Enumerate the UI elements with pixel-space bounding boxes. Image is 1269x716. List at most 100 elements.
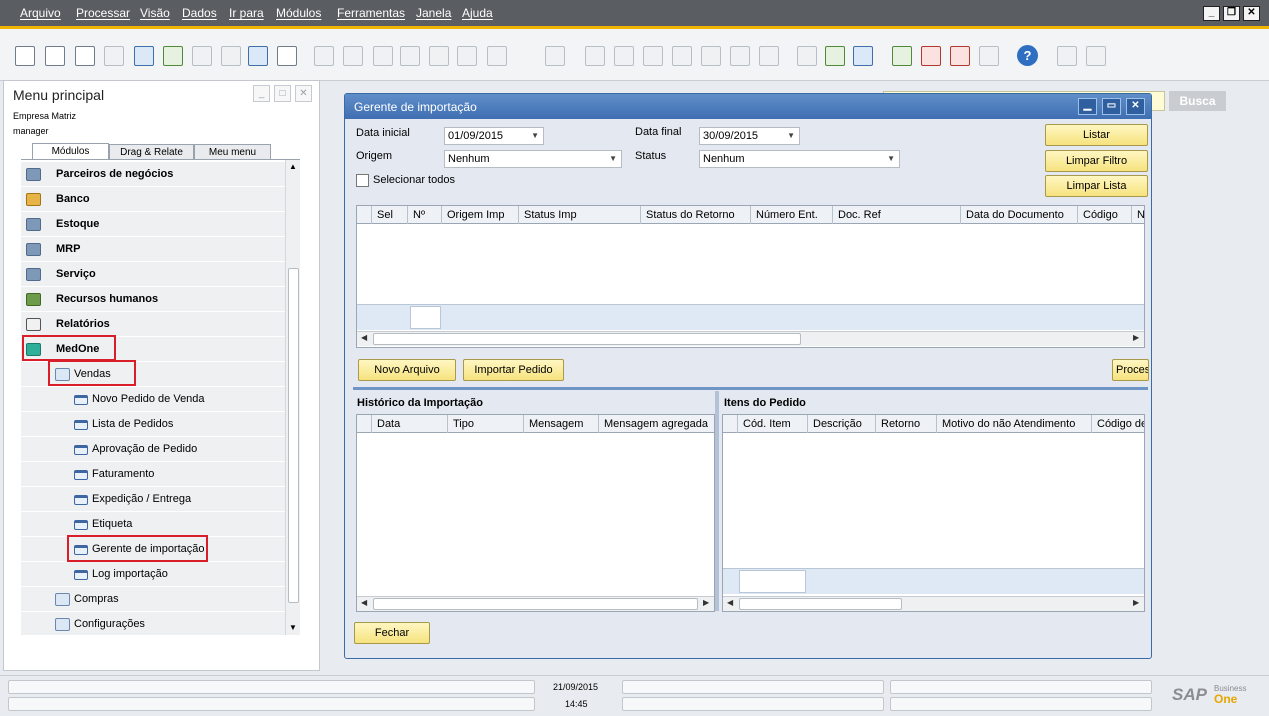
cost-icon[interactable] — [730, 46, 750, 66]
menu-visao[interactable]: Visão — [140, 6, 170, 20]
form-lista-pedidos[interactable]: Lista de Pedidos — [21, 412, 285, 437]
scroll-down-icon[interactable]: ▼ — [289, 623, 297, 632]
data-inicial-field[interactable]: 01/09/2015 ▼ — [444, 127, 544, 145]
menu-modulos[interactable]: Módulos — [276, 6, 321, 20]
form-aprovacao-pedido[interactable]: Aprovação de Pedido — [21, 437, 285, 462]
itens-scroll-thumb[interactable] — [739, 598, 902, 610]
menu-ir-para[interactable]: Ir para — [229, 6, 264, 20]
col-cod-item[interactable]: Cód. Item — [738, 415, 808, 433]
move-icon[interactable] — [248, 46, 268, 66]
base-document-icon[interactable] — [585, 46, 605, 66]
import-grid-scroll-thumb[interactable] — [373, 333, 801, 345]
scroll-up-icon[interactable]: ▲ — [289, 162, 297, 171]
tool-b-icon[interactable] — [1086, 46, 1106, 66]
col-hist-tipo[interactable]: Tipo — [448, 415, 524, 433]
form-novo-pedido-venda[interactable]: Novo Pedido de Venda — [21, 387, 285, 412]
calendar-icon[interactable] — [892, 46, 912, 66]
find-icon[interactable] — [314, 46, 334, 66]
last-record-icon[interactable] — [457, 46, 477, 66]
import-grid[interactable]: Sel Nº Origem Imp Status Imp Status do R… — [356, 205, 1145, 348]
configure-icon[interactable] — [853, 46, 873, 66]
payment-icon[interactable] — [672, 46, 692, 66]
col-status-imp[interactable]: Status Imp — [519, 206, 641, 224]
gross-profit-icon[interactable] — [643, 46, 663, 66]
historico-hscroll[interactable]: ◀ ▶ — [357, 596, 714, 611]
col-doc-ref[interactable]: Doc. Ref — [833, 206, 961, 224]
preview-icon[interactable] — [15, 46, 35, 66]
tool-a-icon[interactable] — [1057, 46, 1077, 66]
form-etiqueta[interactable]: Etiqueta — [21, 512, 285, 537]
refresh-icon[interactable] — [487, 46, 507, 66]
menu-arquivo[interactable]: Arquivo — [20, 6, 61, 20]
scroll-right-icon[interactable]: ▶ — [1133, 598, 1139, 607]
menu-ajuda[interactable]: Ajuda — [462, 6, 493, 20]
col-data-documento[interactable]: Data do Documento — [961, 206, 1078, 224]
panel-close-icon[interactable]: ✕ — [295, 85, 312, 102]
origem-select[interactable]: Nenhum ▼ — [444, 150, 622, 168]
org-chart-icon[interactable] — [979, 46, 999, 66]
import-grid-new-row[interactable] — [357, 304, 1144, 330]
col-descricao[interactable]: Descrição — [808, 415, 876, 433]
historico-scroll-thumb[interactable] — [373, 598, 698, 610]
search-button[interactable]: Busca — [1169, 91, 1226, 111]
excel-icon[interactable] — [163, 46, 183, 66]
col-numero[interactable]: Nº — [408, 206, 442, 224]
historico-grid[interactable]: Data Tipo Mensagem Mensagem agregada ◀ ▶ — [356, 414, 715, 612]
form-settings-icon[interactable] — [759, 46, 779, 66]
scroll-left-icon[interactable]: ◀ — [727, 598, 733, 607]
module-banco[interactable]: Banco — [21, 187, 285, 212]
module-mrp[interactable]: MRP — [21, 237, 285, 262]
form-log-importacao[interactable]: Log importação — [21, 562, 285, 587]
limpar-filtro-button[interactable]: Limpar Filtro — [1045, 150, 1148, 172]
panel-maximize-icon[interactable]: □ — [274, 85, 291, 102]
email-icon[interactable] — [75, 46, 95, 66]
col-codigo[interactable]: Código — [1078, 206, 1132, 224]
importar-pedido-button[interactable]: Importar Pedido — [463, 359, 564, 381]
module-servico[interactable]: Serviço — [21, 262, 285, 287]
window-close-icon[interactable]: ✕ — [1126, 98, 1145, 115]
restore-icon[interactable]: ❐ — [1223, 6, 1240, 21]
panel-minimize-icon[interactable]: _ — [253, 85, 270, 102]
itens-hscroll[interactable]: ◀ ▶ — [723, 596, 1144, 611]
menu-dados[interactable]: Dados — [182, 6, 217, 20]
select-all-checkbox[interactable] — [356, 174, 369, 187]
first-record-icon[interactable] — [373, 46, 393, 66]
folder-configuracoes[interactable]: Configurações — [21, 612, 285, 635]
col-motivo-nao-atendimento[interactable]: Motivo do não Atendimento — [937, 415, 1092, 433]
next-record-icon[interactable] — [429, 46, 449, 66]
settings-doc-icon[interactable] — [825, 46, 845, 66]
module-estoque[interactable]: Estoque — [21, 212, 285, 237]
itens-grid-new-row[interactable] — [723, 568, 1144, 594]
scroll-right-icon[interactable]: ▶ — [703, 598, 709, 607]
target-document-icon[interactable] — [614, 46, 634, 66]
form-expedicao-entrega[interactable]: Expedição / Entrega — [21, 487, 285, 512]
pdf-icon[interactable] — [221, 46, 241, 66]
tab-drag-relate[interactable]: Drag & Relate — [109, 144, 194, 160]
sort-icon[interactable] — [545, 46, 565, 66]
add-icon[interactable] — [343, 46, 363, 66]
vertical-splitter[interactable] — [715, 391, 719, 611]
dashboard-icon[interactable] — [950, 46, 970, 66]
module-parceiros[interactable]: Parceiros de negócios — [21, 162, 285, 187]
tab-modulos[interactable]: Módulos — [32, 143, 109, 160]
limpar-lista-button[interactable]: Limpar Lista — [1045, 175, 1148, 197]
sms-icon[interactable] — [104, 46, 124, 66]
previous-record-icon[interactable] — [400, 46, 420, 66]
novo-arquivo-button[interactable]: Novo Arquivo — [358, 359, 456, 381]
messages-icon[interactable] — [921, 46, 941, 66]
tree-scroll-thumb[interactable] — [288, 268, 299, 603]
col-codigo-de[interactable]: Código de — [1092, 415, 1144, 433]
tab-meu-menu[interactable]: Meu menu — [194, 144, 271, 160]
minimize-icon[interactable]: _ — [1203, 6, 1220, 21]
window-title-bar[interactable]: Gerente de importação ▁ ▭ ✕ — [345, 94, 1151, 119]
window-maximize-icon[interactable]: ▭ — [1102, 98, 1121, 115]
word-icon[interactable] — [192, 46, 212, 66]
print-icon[interactable] — [45, 46, 65, 66]
data-final-field[interactable]: 30/09/2015 ▼ — [699, 127, 800, 145]
window-minimize-icon[interactable]: ▁ — [1078, 98, 1097, 115]
itens-grid[interactable]: Cód. Item Descrição Retorno Motivo do nã… — [722, 414, 1145, 612]
col-hist-mensagem[interactable]: Mensagem — [524, 415, 599, 433]
lock-icon[interactable] — [277, 46, 297, 66]
col-status-retorno[interactable]: Status do Retorno — [641, 206, 751, 224]
horizontal-splitter[interactable] — [353, 387, 1148, 390]
